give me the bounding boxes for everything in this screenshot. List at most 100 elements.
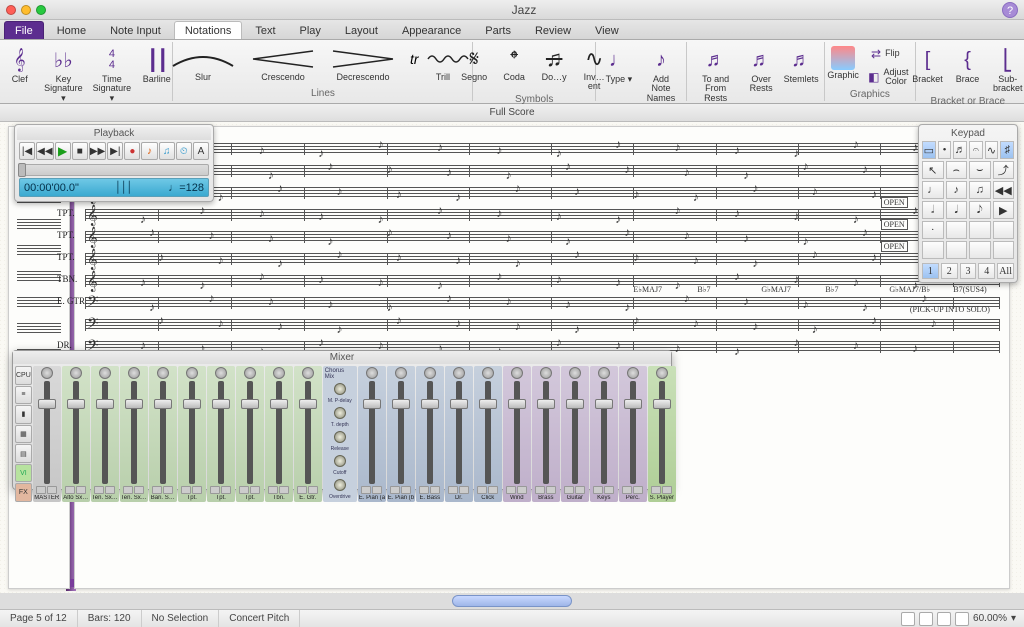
kp-r5c4[interactable] [993,241,1015,259]
mixer-channel[interactable]: Tbn. [265,366,293,502]
tab-home[interactable]: Home [46,21,97,39]
clef-button[interactable]: 𝄞Clef [3,44,37,86]
solo-button[interactable] [308,486,318,494]
volume-fader[interactable] [189,381,195,484]
fader-cap[interactable] [212,399,230,409]
tab-text[interactable]: Text [244,21,286,39]
kp-r3c1[interactable]: 𝅗𝅥 [922,201,944,219]
tab-view[interactable]: View [584,21,630,39]
fx-knob[interactable] [334,383,346,395]
solo-button[interactable] [250,486,260,494]
fx-knob[interactable] [334,407,346,419]
kp-r2c2[interactable]: ♪ [946,181,968,199]
pan-knob[interactable] [99,367,111,379]
minimize-icon[interactable] [21,5,31,15]
volume-fader[interactable] [73,381,79,484]
bracket-button[interactable]: [Bracket [911,44,945,86]
keypad-tab-a[interactable]: ▭ [922,141,936,159]
horizontal-scrollbar[interactable] [0,593,1024,609]
mixer-view2-button[interactable]: ▮ [15,405,32,424]
pan-knob[interactable] [395,367,407,379]
tab-file[interactable]: File [4,21,44,39]
tab-parts[interactable]: Parts [474,21,522,39]
solo-button[interactable] [459,486,469,494]
kp-r4c2[interactable] [946,221,968,239]
keypad-filter-3[interactable]: 3 [960,263,977,279]
solo-button[interactable] [517,486,527,494]
kp-r5c3[interactable] [969,241,991,259]
keypad-tab-c[interactable]: ♬ [953,141,967,159]
solo-button[interactable] [279,486,289,494]
fader-cap[interactable] [653,399,671,409]
mixer-channel[interactable]: Tpt. [178,366,206,502]
play-button[interactable]: ▶ [55,142,71,160]
scrollbar-thumb[interactable] [452,595,572,607]
mixer-channel[interactable]: Tpt. [207,366,235,502]
mute-button[interactable] [448,486,458,494]
staff[interactable]: 𝄞♪♪♪♪♪♪♪♪♪♪♪♪♪♪ [85,187,999,199]
beam-to-rests-button[interactable]: ♬To and From Rests [693,44,738,105]
keypad-filter-2[interactable]: 2 [941,263,958,279]
mixer-view4-button[interactable]: ▤ [15,444,32,463]
pan-knob[interactable] [273,367,285,379]
solo-button[interactable] [662,486,672,494]
fader-cap[interactable] [67,399,85,409]
playback-panel[interactable]: Playback |◀ ◀◀ ▶ ■ ▶▶ ▶| ● ♪ ♫ ⏲ A 00:00… [14,124,214,202]
view-header-label[interactable]: Full Score [489,107,534,118]
mute-button[interactable] [36,486,46,494]
pan-knob[interactable] [41,367,53,379]
kp-r5c1[interactable] [922,241,944,259]
kp-r2c3[interactable]: ♫ [969,181,991,199]
mute-button[interactable] [181,486,191,494]
mixer-view3-button[interactable]: ▦ [15,425,32,444]
adjust-color-button[interactable]: ◧Adjust Color [866,66,914,89]
volume-fader[interactable] [630,381,636,484]
dont-play-button[interactable]: ♫Do…y [537,44,571,84]
time-signature-button[interactable]: 44Time Signature ▾ [90,44,134,105]
solo-button[interactable] [221,486,231,494]
staff[interactable]: 𝄢♪♪♪♪♪♪♪♪♪♪♪♪♪♪(PICK-UP INTO SOLO) [85,319,999,331]
live-tempo-button[interactable]: ♪ [141,142,157,160]
staff[interactable]: 𝄞♪♪♪♪♪♪♪♪♪♪♪♪♪♪ [85,165,999,177]
staff[interactable]: 𝄞♪♪♪♪♪♪♪♪♪♪♪♪♪♪ [85,143,999,155]
staff[interactable]: TPT.𝄞♪♪♪♪♪♪♪♪♪♪♪♪♪♪OPEN [85,209,999,221]
mixer-channel[interactable]: Alto Sx… [62,366,90,502]
mixer-vi-button[interactable]: VI [15,464,32,483]
volume-fader[interactable] [247,381,253,484]
fader-cap[interactable] [270,399,288,409]
fader-cap[interactable] [421,399,439,409]
volume-fader[interactable] [218,381,224,484]
kp-r1c4[interactable]: ⤴ [993,161,1015,179]
mixer-channel[interactable]: Guitar [561,366,589,502]
kp-r5c2[interactable] [946,241,968,259]
volume-fader[interactable] [601,381,607,484]
mute-button[interactable] [94,486,104,494]
brace-button[interactable]: {Brace [951,44,985,86]
mixer-channel[interactable]: E. Pian (a) [358,366,386,502]
volume-fader[interactable] [514,381,520,484]
mixer-channel[interactable]: MASTER [33,366,61,502]
tab-play[interactable]: Play [289,21,332,39]
mute-button[interactable] [361,486,371,494]
beam-over-rests-button[interactable]: ♬Over Rests [744,44,778,96]
mixer-channel[interactable]: Click [474,366,502,502]
stop-button[interactable]: ■ [72,142,88,160]
mute-button[interactable] [297,486,307,494]
pan-knob[interactable] [215,367,227,379]
fader-cap[interactable] [595,399,613,409]
volume-fader[interactable] [427,381,433,484]
volume-fader[interactable] [543,381,549,484]
mixer-channel[interactable]: Keys [590,366,618,502]
pan-knob[interactable] [453,367,465,379]
mixer-channel[interactable]: E. Bass [416,366,444,502]
keypad-tab-b[interactable]: • [938,141,952,159]
close-icon[interactable] [6,5,16,15]
forward-end-button[interactable]: ▶| [107,142,123,160]
zoom-level[interactable]: 60.00% [973,613,1007,624]
coda-button[interactable]: 𝄌Coda [497,44,531,84]
keypad-filter-4[interactable]: 4 [978,263,995,279]
tempo-button[interactable]: ⏲ [176,142,192,160]
tab-appearance[interactable]: Appearance [391,21,472,39]
mixer-fx-button[interactable]: FX [15,483,32,502]
volume-fader[interactable] [305,381,311,484]
